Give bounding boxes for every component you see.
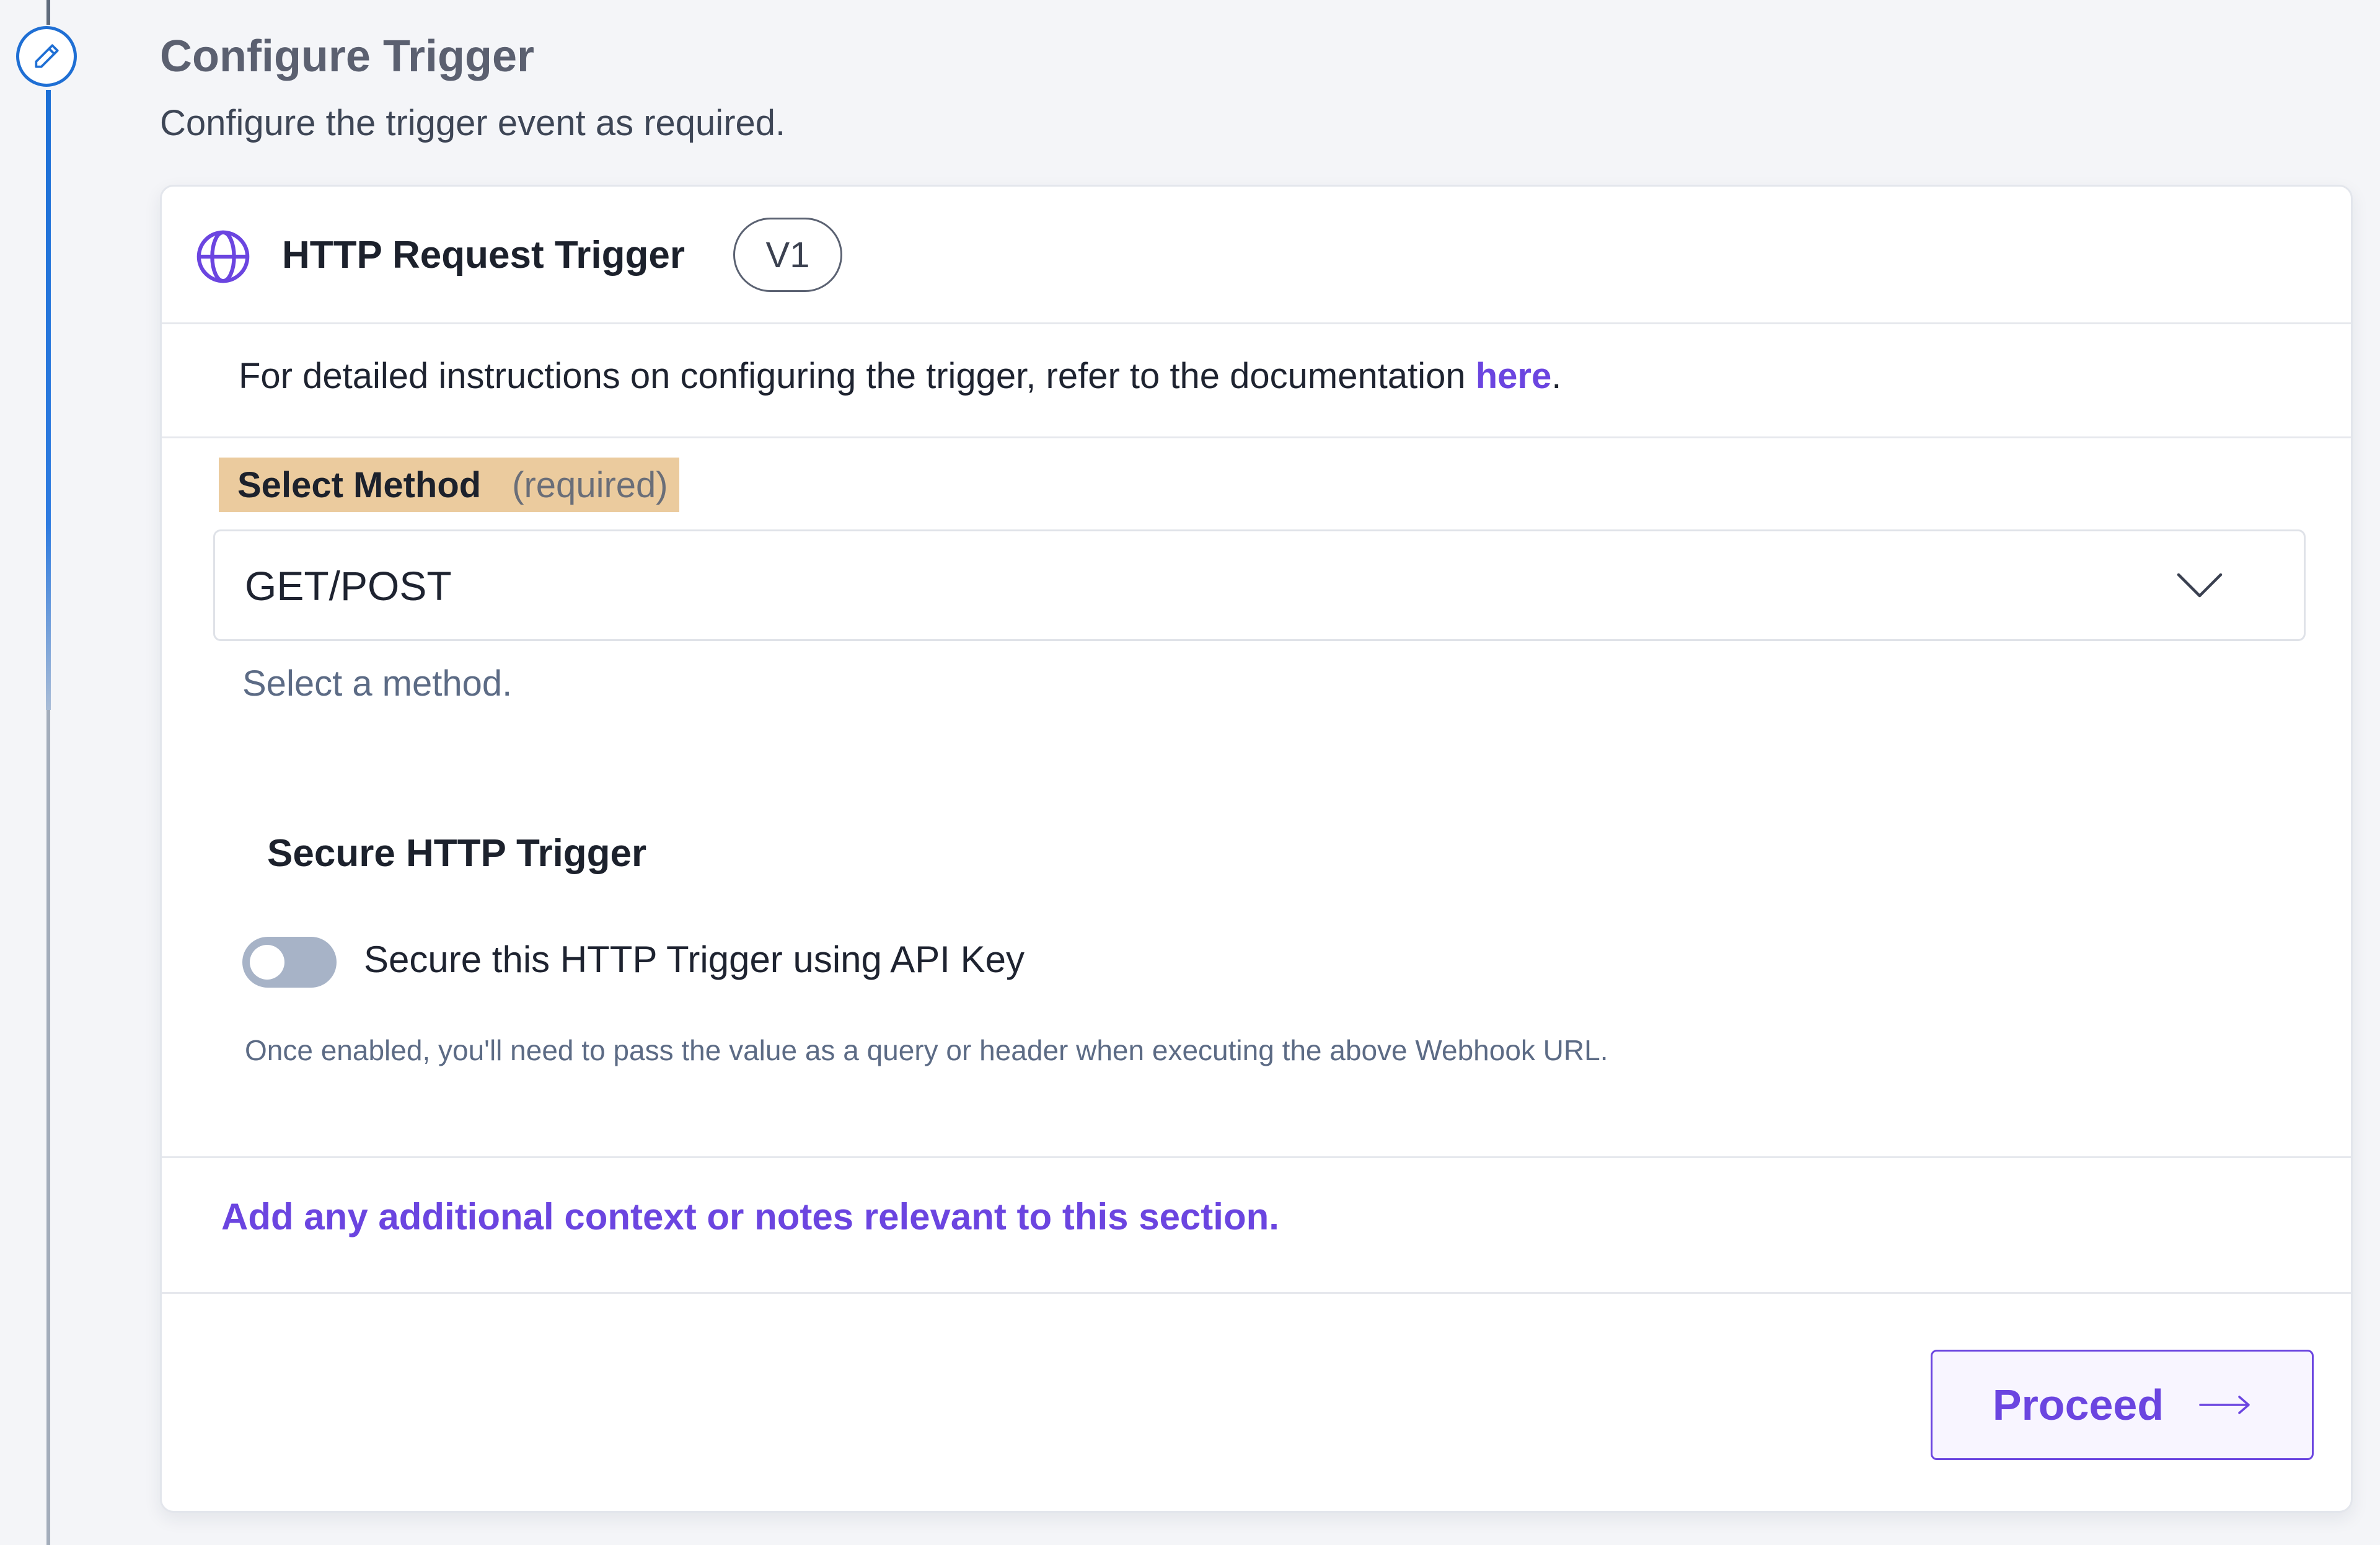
pencil-icon — [35, 44, 59, 68]
secure-help-text: Once enabled, you'll need to pass the va… — [245, 1034, 1608, 1066]
documentation-row: For detailed instructions on configuring… — [162, 324, 2351, 438]
method-help-text: Select a method. — [242, 663, 513, 704]
proceed-button[interactable]: Proceed — [1931, 1350, 2314, 1460]
method-select-value: GET/POST — [245, 563, 452, 609]
toggle-knob — [250, 945, 284, 980]
notes-row: Add any additional context or notes rele… — [162, 1156, 2351, 1294]
proceed-button-label: Proceed — [1992, 1381, 2164, 1429]
select-method-label: Select Method (required) — [219, 458, 679, 512]
step-indicator — [16, 26, 77, 87]
documentation-link[interactable]: here — [1476, 356, 1552, 396]
trigger-config-card: HTTP Request Trigger V1 For detailed ins… — [160, 185, 2353, 1513]
arrow-right-icon — [2199, 1396, 2250, 1414]
card-header: HTTP Request Trigger V1 — [162, 187, 2351, 324]
timeline-rail-active — [46, 90, 51, 710]
chevron-down-icon — [2177, 573, 2223, 598]
required-indicator: (required) — [512, 464, 668, 505]
globe-icon — [196, 230, 250, 283]
step-title: Configure Trigger — [160, 32, 535, 81]
documentation-text-body: For detailed instructions on configuring… — [239, 356, 1476, 396]
api-key-toggle-label: Secure this HTTP Trigger using API Key — [364, 939, 1025, 980]
step-description: Configure the trigger event as required. — [160, 103, 786, 143]
documentation-suffix: . — [1551, 356, 1562, 396]
add-notes-link[interactable]: Add any additional context or notes rele… — [221, 1195, 1279, 1238]
method-select[interactable]: GET/POST — [213, 529, 2306, 641]
timeline-rail-top — [46, 0, 50, 25]
secure-trigger-title: Secure HTTP Trigger — [267, 832, 647, 875]
documentation-text: For detailed instructions on configuring… — [239, 355, 1561, 397]
trigger-name: HTTP Request Trigger — [282, 234, 685, 277]
timeline-rail — [46, 710, 50, 1545]
api-key-toggle[interactable] — [242, 937, 337, 988]
version-badge: V1 — [733, 218, 842, 292]
select-method-label-text: Select Method — [237, 464, 482, 505]
